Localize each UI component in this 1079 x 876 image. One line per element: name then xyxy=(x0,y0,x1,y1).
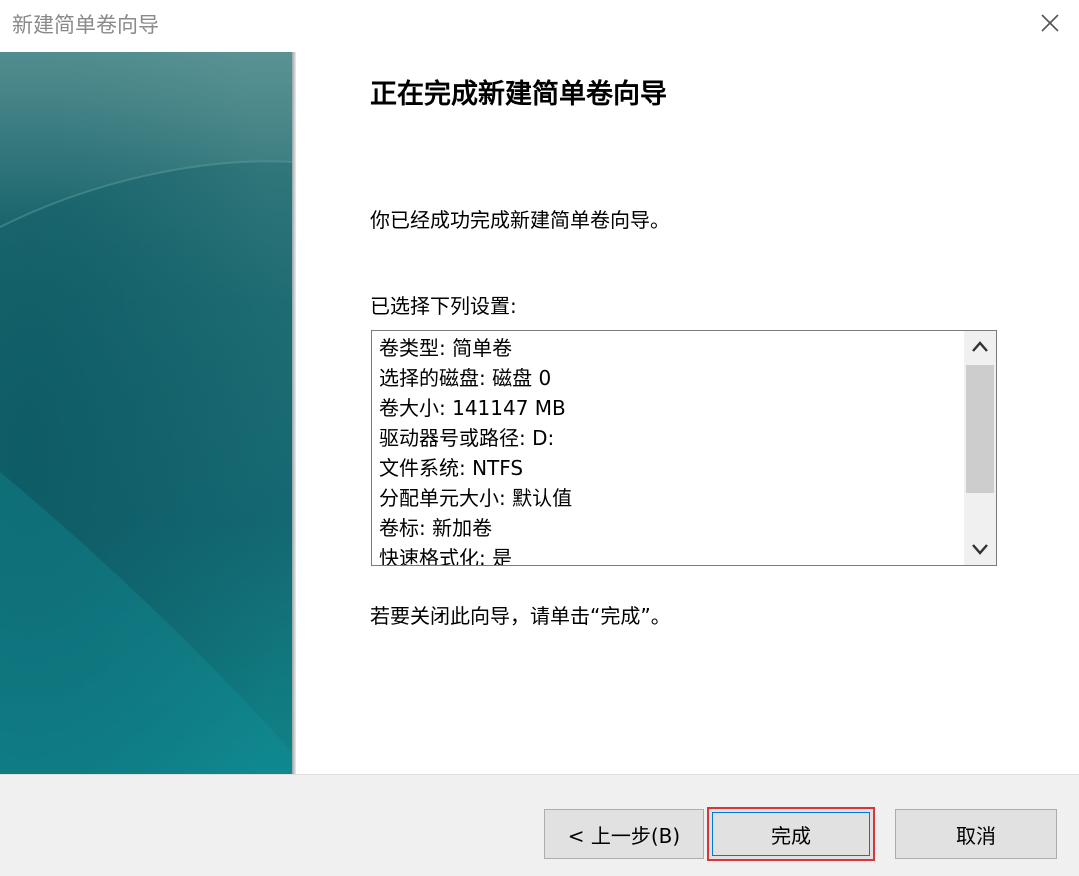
list-item-volume-size: 卷大小: 141147 MB xyxy=(379,396,566,420)
settings-label: 已选择下列设置: xyxy=(370,294,517,318)
cancel-button-label: 取消 xyxy=(956,823,996,848)
title-bar: 新建简单卷向导 xyxy=(0,0,1079,52)
list-item-quick-format: 快速格式化: 是 xyxy=(379,546,513,565)
banner-divider xyxy=(292,52,296,774)
scroll-thumb[interactable] xyxy=(966,365,994,493)
scroll-up-button[interactable] xyxy=(964,331,996,363)
finish-button-label: 完成 xyxy=(771,823,811,848)
close-button[interactable] xyxy=(1035,8,1065,38)
close-instruction: 若要关闭此向导，请单击“完成”。 xyxy=(370,604,671,628)
close-icon xyxy=(1041,14,1059,32)
window-title: 新建简单卷向导 xyxy=(12,13,159,37)
settings-list[interactable]: 卷类型: 简单卷 选择的磁盘: 磁盘 0 卷大小: 141147 MB 驱动器号… xyxy=(371,330,997,566)
list-item-allocation-unit: 分配单元大小: 默认值 xyxy=(379,486,573,510)
list-item-drive-letter: 驱动器号或路径: D: xyxy=(379,426,555,450)
back-button-label: < 上一步(B) xyxy=(567,823,681,848)
button-bar: < 上一步(B) 完成 取消 xyxy=(0,774,1079,876)
list-item-volume-type: 卷类型: 简单卷 xyxy=(379,336,513,360)
chevron-down-icon xyxy=(972,544,988,555)
settings-list-items: 卷类型: 简单卷 选择的磁盘: 磁盘 0 卷大小: 141147 MB 驱动器号… xyxy=(379,333,962,565)
chevron-up-icon xyxy=(972,341,988,352)
list-item-file-system: 文件系统: NTFS xyxy=(379,456,524,480)
settings-scrollbar[interactable] xyxy=(964,331,996,565)
list-item-volume-label: 卷标: 新加卷 xyxy=(379,516,493,540)
page-title: 正在完成新建简单卷向导 xyxy=(370,79,667,110)
scroll-down-button[interactable] xyxy=(964,533,996,565)
list-item-disk: 选择的磁盘: 磁盘 0 xyxy=(379,366,552,390)
finish-button[interactable]: 完成 xyxy=(707,807,875,861)
back-button[interactable]: < 上一步(B) xyxy=(544,809,704,859)
wizard-side-banner xyxy=(0,52,292,774)
banner-graphic xyxy=(0,52,292,774)
cancel-button[interactable]: 取消 xyxy=(895,809,1057,859)
wizard-window: 新建简单卷向导 正在完成新建简单卷向导 你已经成功完成新建简单卷向导。 已选择下… xyxy=(0,0,1079,876)
success-message: 你已经成功完成新建简单卷向导。 xyxy=(370,208,670,232)
